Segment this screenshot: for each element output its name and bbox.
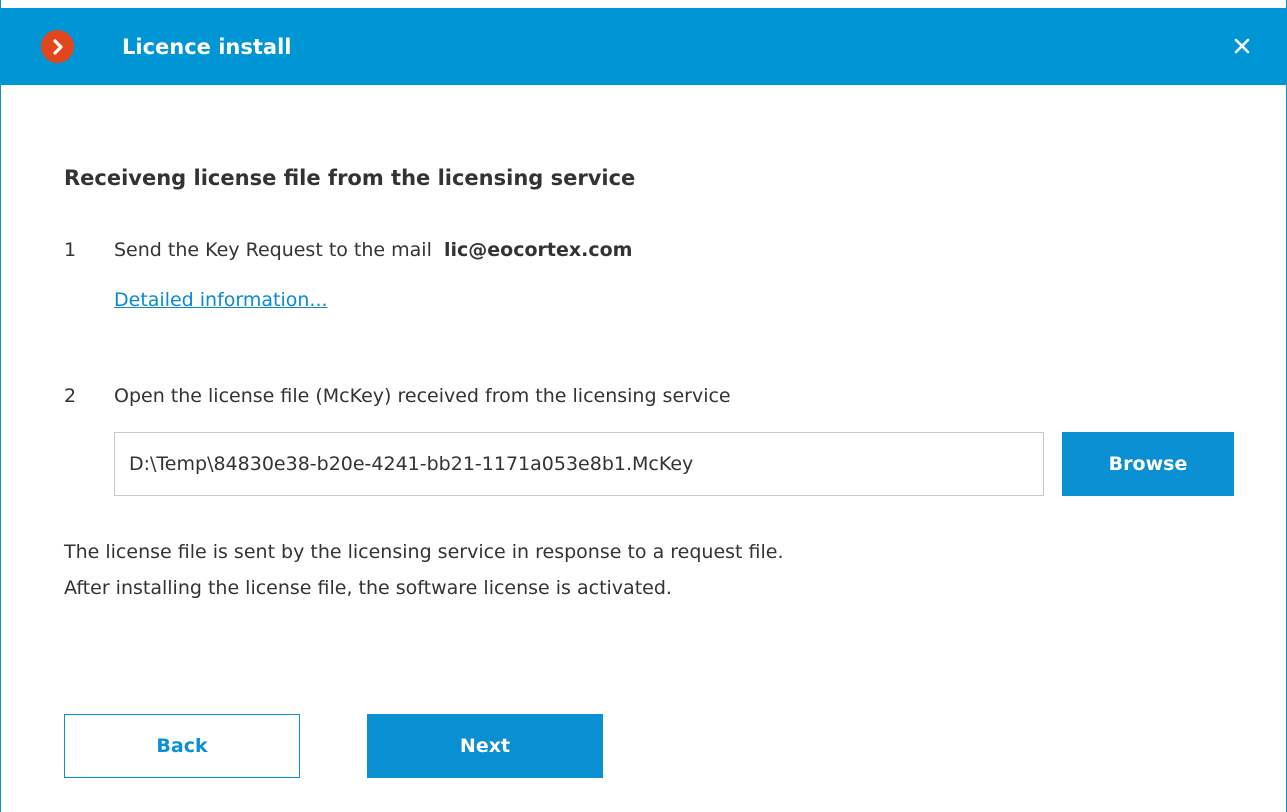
license-file-path-input[interactable] bbox=[114, 432, 1044, 496]
step-2-number: 2 bbox=[64, 385, 77, 407]
section-heading: Receiveng license file from the licensin… bbox=[64, 166, 636, 190]
step-1-instruction: Send the Key Request to the mail bbox=[114, 239, 432, 261]
step-2-text: Open the license file (McKey) received f… bbox=[114, 385, 731, 407]
close-button[interactable] bbox=[1230, 34, 1254, 58]
window-title: Licence install bbox=[122, 35, 292, 59]
next-button[interactable]: Next bbox=[367, 714, 603, 778]
browse-button[interactable]: Browse bbox=[1062, 432, 1234, 496]
step-1-text: Send the Key Request to the mail lic@eoc… bbox=[114, 239, 632, 261]
back-button[interactable]: Back bbox=[64, 714, 300, 778]
title-bar: Licence install bbox=[1, 8, 1287, 85]
app-logo-icon bbox=[41, 30, 74, 63]
step-1-number: 1 bbox=[64, 239, 77, 261]
info-text-line-2: After installing the license file, the s… bbox=[64, 577, 672, 599]
detailed-information-link[interactable]: Detailed information... bbox=[114, 289, 328, 311]
license-email: lic@eocortex.com bbox=[443, 239, 633, 261]
info-text-line-1: The license file is sent by the licensin… bbox=[64, 541, 784, 563]
licence-install-dialog: Licence install Receiveng license file f… bbox=[0, 0, 1287, 812]
close-icon bbox=[1234, 38, 1250, 54]
chevron-right-icon bbox=[52, 38, 63, 55]
